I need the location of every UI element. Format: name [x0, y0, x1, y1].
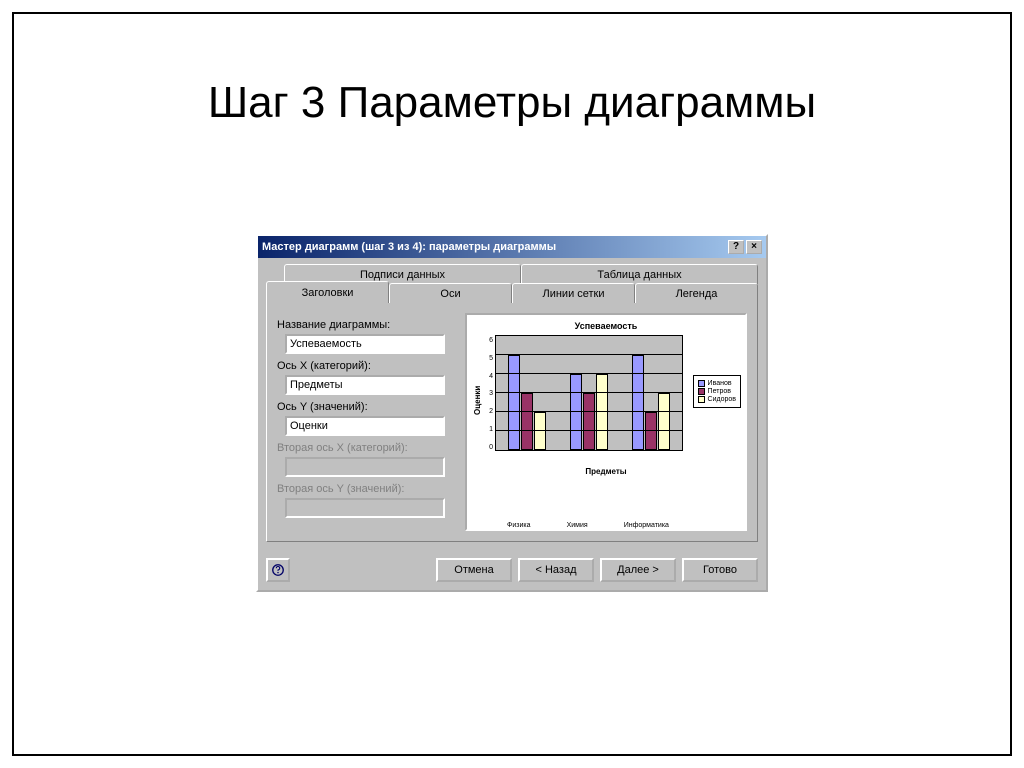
close-button[interactable]: × [746, 240, 762, 254]
help-icon [271, 563, 285, 577]
chart-y-ticks: 6543210 [485, 335, 495, 465]
chart-x-label: Предметы [473, 467, 739, 476]
chart-preview: Успеваемость Оценки 6543210 ФизикаХимияИ… [465, 313, 747, 531]
chart-title-text: Успеваемость [473, 321, 739, 331]
x-axis-input[interactable] [285, 375, 445, 395]
finish-button[interactable]: Готово [682, 558, 758, 582]
tab-titles[interactable]: Заголовки [266, 281, 389, 303]
slide-title: Шаг 3 Параметры диаграммы [0, 78, 1024, 128]
tab-content: Название диаграммы: Ось X (категорий): О… [266, 302, 758, 542]
help-button[interactable] [266, 558, 290, 582]
x2-axis-label: Вторая ось X (категорий): [277, 442, 457, 454]
bar [508, 355, 520, 450]
y-axis-input[interactable] [285, 416, 445, 436]
bar [632, 355, 644, 450]
cancel-button[interactable]: Отмена [436, 558, 512, 582]
x-axis-label: Ось X (категорий): [277, 360, 457, 372]
next-button[interactable]: Далее > [600, 558, 676, 582]
help-titlebar-button[interactable]: ? [728, 240, 744, 254]
tab-data-table[interactable]: Таблица данных [521, 264, 758, 284]
y2-axis-input [285, 498, 445, 518]
y2-axis-label: Вторая ось Y (значений): [277, 483, 457, 495]
back-button[interactable]: < Назад [518, 558, 594, 582]
chart-x-ticks: ФизикаХимияИнформатика [489, 522, 687, 529]
y-axis-label: Ось Y (значений): [277, 401, 457, 413]
chart-legend: ИвановПетровСидоров [693, 375, 741, 408]
chart-title-label: Название диаграммы: [277, 319, 457, 331]
chart-wizard-dialog: Мастер диаграмм (шаг 3 из 4): параметры … [256, 234, 768, 592]
chart-y-label: Оценки [473, 335, 485, 465]
tab-gridlines[interactable]: Линии сетки [512, 283, 635, 303]
titlebar-text: Мастер диаграмм (шаг 3 из 4): параметры … [262, 241, 726, 253]
tab-legend[interactable]: Легенда [635, 283, 758, 303]
chart-title-input[interactable] [285, 334, 445, 354]
x2-axis-input [285, 457, 445, 477]
bar [658, 393, 670, 450]
titlebar[interactable]: Мастер диаграмм (шаг 3 из 4): параметры … [258, 236, 766, 258]
bar [583, 393, 595, 450]
tab-axes[interactable]: Оси [389, 283, 512, 303]
bar [521, 393, 533, 450]
chart-plot-area [495, 335, 683, 451]
